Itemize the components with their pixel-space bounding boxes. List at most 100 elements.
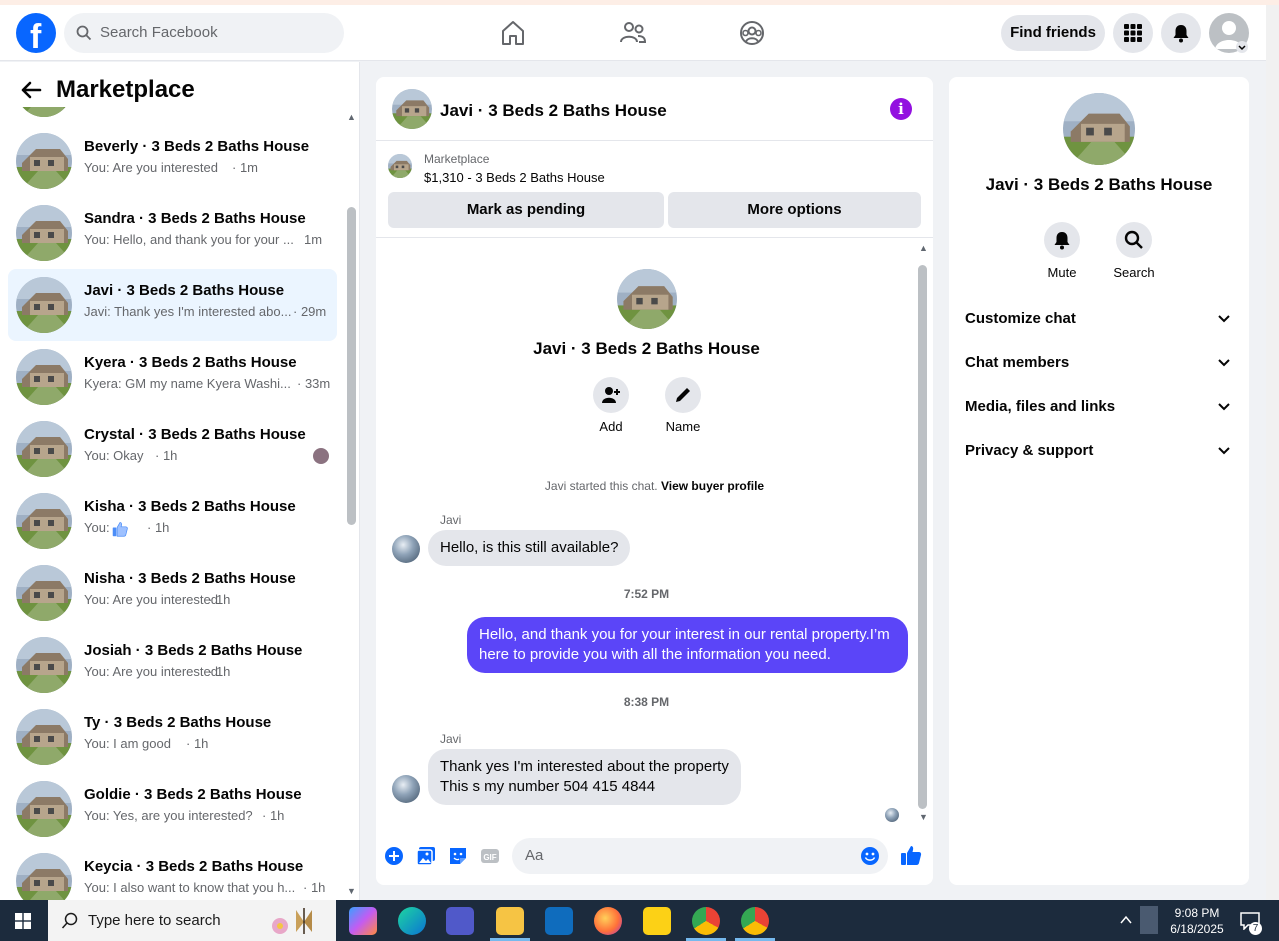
back-arrow-icon[interactable] (20, 80, 42, 100)
conversation-item[interactable]: Josiah · 3 Beds 2 Baths House You: Are yo… (8, 629, 337, 701)
sidebar-scroll-down[interactable]: ▼ (347, 886, 356, 896)
message-input-placeholder: Aa (525, 847, 544, 864)
home-icon[interactable] (498, 18, 528, 48)
details-title: Javi · 3 Beds 2 Baths House (985, 175, 1213, 194)
conversation-time: · 1h (208, 592, 231, 607)
customize-chat-section[interactable]: Customize chat (957, 297, 1241, 341)
chat-panel: Javi · 3 Beds 2 Baths House i Marketplac… (376, 77, 933, 885)
chat-started-notice: Javi started this chat. View buyer profi… (376, 479, 933, 493)
chat-title[interactable]: Javi · 3 Beds 2 Baths House (440, 101, 667, 121)
sender-avatar[interactable] (392, 535, 420, 563)
chat-scrollbar[interactable] (918, 265, 927, 809)
mute-label: Mute (1047, 265, 1077, 280)
more-options-button[interactable]: More options (668, 192, 921, 228)
listing-thumbnail[interactable] (388, 154, 412, 178)
conversation-thumbnail (16, 709, 72, 765)
search-input[interactable]: Search Facebook (64, 13, 344, 53)
sender-avatar[interactable] (392, 775, 420, 803)
conversation-thumbnail (16, 421, 72, 477)
search-icon (1124, 230, 1143, 249)
teams-app-icon[interactable] (446, 907, 474, 935)
media-files-links-section[interactable]: Media, files and links (957, 385, 1241, 429)
windows-taskbar: Type here to search 9:08 PM 6/18/2025 7 (0, 900, 1279, 941)
chat-members-section[interactable]: Chat members (957, 341, 1241, 385)
conversation-thumbnail (16, 277, 72, 333)
add-button[interactable]: Add (581, 377, 641, 434)
firefox-browser-icon[interactable] (594, 907, 622, 935)
gif-icon[interactable]: GIF (480, 846, 500, 866)
sidebar-scrollbar[interactable] (347, 207, 356, 525)
conversation-thumbnail (16, 637, 72, 693)
photo-icon[interactable] (416, 846, 436, 866)
mute-button[interactable]: Mute (1032, 222, 1092, 280)
incoming-message[interactable]: Thank yes I'm interested about the prope… (428, 749, 741, 805)
microsoft-store-icon[interactable] (545, 907, 573, 935)
find-friends-button[interactable]: Find friends (1001, 15, 1105, 51)
listing-price[interactable]: $1,310 - 3 Beds 2 Baths House (424, 170, 605, 185)
chat-details-panel: Javi · 3 Beds 2 Baths House Mute Search … (949, 77, 1249, 885)
notification-center-button[interactable]: 7 (1240, 912, 1262, 935)
facebook-logo-icon[interactable]: f (16, 13, 56, 56)
name-button[interactable]: Name (653, 377, 713, 434)
message-input[interactable]: Aa (512, 838, 888, 874)
menu-button[interactable] (1113, 13, 1153, 53)
windows-start-icon[interactable] (15, 913, 31, 929)
chevron-up-icon[interactable] (1120, 915, 1132, 925)
conversation-item[interactable]: Ty · 3 Beds 2 Baths House You: I am good ·… (8, 701, 337, 773)
sticker-icon[interactable] (448, 846, 468, 866)
plus-circle-icon[interactable] (384, 846, 404, 866)
conversation-name: Nisha · 3 Beds 2 Baths House (84, 570, 296, 587)
thumbs-up-icon[interactable] (900, 844, 922, 866)
account-chevron-icon[interactable] (1236, 41, 1248, 53)
emoji-icon[interactable] (860, 846, 880, 866)
conversation-time: · 1h (303, 880, 326, 895)
file-explorer-icon[interactable] (496, 907, 524, 935)
page-scrollbar[interactable] (1266, 5, 1279, 900)
conversation-preview: Kyera: GM my name Kyera Washi... (84, 376, 291, 391)
pen-tray-icon[interactable] (1140, 906, 1158, 934)
conversation-time: 1m (304, 232, 323, 247)
groups-icon[interactable] (737, 18, 767, 48)
conversation-item[interactable]: Sandra · 3 Beds 2 Baths House You: Hello,… (8, 197, 337, 269)
conversation-item[interactable]: Crystal · 3 Beds 2 Baths House You: Okay ·… (8, 413, 337, 485)
message-timestamp: 8:38 PM (623, 695, 670, 709)
sidebar-scroll-up[interactable]: ▲ (347, 112, 356, 122)
sticky-notes-icon[interactable] (643, 907, 671, 935)
conversation-item[interactable]: Keycia · 3 Beds 2 Baths House You: I also… (8, 845, 337, 900)
message-timestamp: 7:52 PM (623, 587, 670, 601)
copilot-app-icon[interactable] (349, 907, 377, 935)
search-in-chat-button[interactable]: Search (1104, 222, 1164, 280)
view-buyer-profile-link[interactable]: View buyer profile (661, 479, 764, 493)
conversation-preview: You: Okay (84, 448, 144, 463)
conversation-preview: You: Are you interested (84, 160, 218, 175)
svg-text:GIF: GIF (483, 853, 496, 862)
search-icon (61, 912, 78, 929)
chrome-profile-icon[interactable] (741, 907, 769, 935)
friends-icon[interactable] (618, 18, 648, 48)
details-photo[interactable] (1063, 93, 1135, 165)
conversation-name: Crystal · 3 Beds 2 Baths House (84, 426, 306, 443)
chat-scroll-down[interactable]: ▼ (919, 812, 928, 822)
incoming-message[interactable]: Hello, is this still available? (428, 530, 631, 566)
outgoing-message[interactable]: Hello, and thank you for your interest i… (467, 617, 908, 673)
conversation-thumbnail (16, 349, 72, 405)
chat-thumbnail[interactable] (392, 89, 432, 129)
privacy-support-section[interactable]: Privacy & support (957, 429, 1241, 473)
conversation-item[interactable]: Kyera · 3 Beds 2 Baths House Kyera: GM my… (8, 341, 337, 413)
conversation-item[interactable]: Javi · 3 Beds 2 Baths House Javi: Thank y… (8, 269, 337, 341)
clock-time: 9:08 PM (1174, 906, 1220, 920)
conversation-item[interactable]: Nisha · 3 Beds 2 Baths House You: Are you… (8, 557, 337, 629)
conversation-name: Javi · 3 Beds 2 Baths House (533, 339, 760, 358)
conversation-item[interactable]: Kisha · 3 Beds 2 Baths House You: · 1h (8, 485, 337, 557)
info-icon[interactable]: i (890, 98, 912, 120)
chevron-down-icon (1218, 359, 1230, 367)
mark-as-pending-button[interactable]: Mark as pending (388, 192, 664, 228)
conversation-item[interactable]: Goldie · 3 Beds 2 Baths House You: Yes, a… (8, 773, 337, 845)
notifications-button[interactable] (1161, 13, 1201, 53)
taskbar-search-box[interactable]: Type here to search (48, 900, 336, 941)
edge-browser-icon[interactable] (398, 907, 426, 935)
chrome-browser-icon[interactable] (692, 907, 720, 935)
taskbar-clock[interactable]: 9:08 PM 6/18/2025 (1162, 905, 1232, 937)
chat-scroll-up[interactable]: ▲ (919, 243, 928, 253)
conversation-item[interactable]: Beverly · 3 Beds 2 Baths House You: Are y… (8, 125, 337, 197)
